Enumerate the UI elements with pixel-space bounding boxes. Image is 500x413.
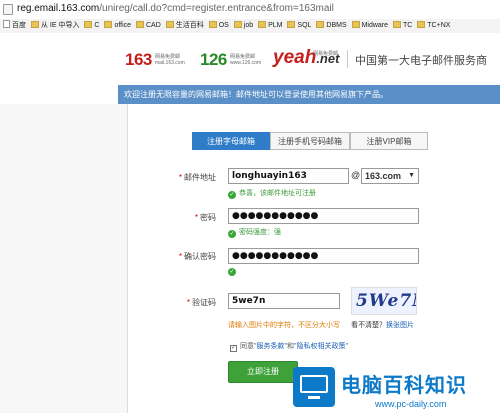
required-mark: * bbox=[186, 298, 190, 307]
folder-icon bbox=[84, 21, 93, 28]
folder-icon bbox=[351, 21, 360, 28]
domain-select[interactable]: 163.com ▼ bbox=[361, 168, 419, 184]
bookmark-folder-midware[interactable]: Midware bbox=[351, 19, 388, 33]
folder-icon bbox=[104, 21, 113, 28]
required-mark: * bbox=[178, 252, 182, 261]
logo-yeah-subtitle: 网易免费邮 bbox=[313, 51, 339, 57]
tab-mobile-mail[interactable]: 注册手机号码邮箱 bbox=[270, 132, 350, 150]
email-label: * 邮件地址 bbox=[178, 173, 216, 182]
bookmark-folder-life[interactable]: 生活百科 bbox=[165, 19, 204, 33]
folder-icon bbox=[258, 21, 267, 28]
header-divider bbox=[347, 50, 348, 68]
password-label: * 密码 bbox=[194, 213, 216, 222]
agreement-row: ✓ 同意"服务条款"和"隐私权相关政策" bbox=[230, 343, 348, 352]
page-icon bbox=[3, 4, 13, 15]
required-mark: * bbox=[178, 173, 182, 182]
bookmark-folder-sql[interactable]: SQL bbox=[287, 19, 311, 33]
bookmark-folder-tcnx[interactable]: TC+NX bbox=[417, 19, 450, 33]
check-icon: ✓ bbox=[228, 191, 236, 199]
terms-link[interactable]: "服务条款" bbox=[254, 343, 287, 350]
folder-icon bbox=[165, 21, 174, 28]
left-background bbox=[0, 104, 127, 413]
email-ok-message: ✓ 恭喜，该邮件地址可注册 bbox=[228, 190, 316, 199]
folder-icon bbox=[30, 21, 39, 28]
header-slogan: 中国第一大电子邮件服务商 bbox=[355, 55, 487, 67]
privacy-link[interactable]: "隐私权相关政策" bbox=[294, 343, 348, 350]
folder-icon bbox=[136, 21, 144, 28]
required-mark: * bbox=[194, 213, 198, 222]
bookmark-folder-os[interactable]: OS bbox=[208, 19, 229, 33]
computer-icon bbox=[293, 367, 335, 407]
chevron-down-icon: ▼ bbox=[408, 172, 415, 179]
bookmark-folder-c[interactable]: C bbox=[84, 19, 99, 33]
check-icon: ✓ bbox=[228, 268, 236, 276]
captcha-refresh: 看不清楚？换张图片 bbox=[351, 322, 414, 329]
folder-icon bbox=[316, 21, 325, 28]
agree-checkbox[interactable]: ✓ bbox=[230, 345, 237, 352]
bookmark-folder-plm[interactable]: PLM bbox=[258, 19, 282, 33]
bookmark-baidu[interactable]: 百度 bbox=[3, 19, 26, 33]
check-icon: ✓ bbox=[228, 230, 236, 238]
password-input[interactable]: ●●●●●●●●●●● bbox=[228, 208, 419, 224]
logo-126-subtitle: 网易免费邮 www.126.com bbox=[230, 54, 262, 66]
captcha-input[interactable]: 5we7n bbox=[228, 293, 340, 309]
monitor-screen bbox=[300, 375, 328, 393]
register-button[interactable]: 立即注册 bbox=[228, 361, 298, 383]
refresh-captcha-link[interactable]: 换张图片 bbox=[386, 322, 414, 329]
logo-163-subtitle: 网易免费邮 mail.163.com bbox=[155, 54, 185, 66]
password-strength: ✓ 密码强度：强 bbox=[228, 229, 281, 238]
site-watermark: 电脑百科知识 www.pc-daily.com bbox=[293, 363, 500, 413]
captcha-label: * 验证码 bbox=[186, 298, 216, 307]
captcha-image[interactable]: 5We7N bbox=[351, 287, 417, 315]
folder-icon bbox=[208, 21, 217, 28]
folder-icon bbox=[392, 21, 401, 28]
tab-letter-mail[interactable]: 注册字母邮箱 bbox=[192, 132, 270, 150]
confirm-ok-icon-row: ✓ bbox=[228, 267, 239, 276]
register-tabs: 注册字母邮箱 注册手机号码邮箱 注册VIP邮箱 bbox=[192, 132, 428, 150]
email-input[interactable]: longhuayin163 bbox=[228, 168, 349, 184]
bookmark-import-ie[interactable]: 从 IE 中导入 bbox=[30, 19, 79, 33]
bookmark-folder-tc[interactable]: TC bbox=[392, 19, 412, 33]
bookmark-folder-job[interactable]: job bbox=[233, 19, 253, 33]
tab-vip-mail[interactable]: 注册VIP邮箱 bbox=[350, 132, 428, 150]
page-icon bbox=[3, 20, 10, 28]
notice-bar: 欢迎注册无限容量的网易邮箱！邮件地址可以登录使用其他网易旗下产品。 bbox=[118, 85, 500, 104]
address-bar[interactable]: reg.email.163.com/unireg/call.do?cmd=reg… bbox=[0, 0, 500, 20]
monitor-stand bbox=[308, 396, 320, 399]
bookmarks-bar: 百度 从 IE 中导入 C office CAD 生活百科 OS job PLM… bbox=[0, 19, 500, 34]
watermark-title: 电脑百科知识 bbox=[341, 373, 467, 397]
watermark-url: www.pc-daily.com bbox=[375, 399, 447, 409]
bookmark-folder-cad[interactable]: CAD bbox=[136, 19, 161, 33]
logo-126[interactable]: 126 bbox=[200, 50, 227, 70]
folder-icon bbox=[287, 21, 296, 28]
logo-163[interactable]: 163 bbox=[125, 50, 152, 70]
confirm-password-input[interactable]: ●●●●●●●●●●● bbox=[228, 248, 419, 264]
folder-icon bbox=[233, 21, 242, 28]
confirm-password-label: * 确认密码 bbox=[178, 252, 216, 261]
bookmark-folder-dbms[interactable]: DBMS bbox=[316, 19, 347, 33]
url-text[interactable]: reg.email.163.com/unireg/call.do?cmd=reg… bbox=[17, 3, 334, 14]
captcha-hint: 请输入图片中的字符，不区分大小写 bbox=[228, 322, 340, 329]
bookmark-folder-office[interactable]: office bbox=[104, 19, 131, 33]
folder-icon bbox=[417, 21, 426, 28]
at-sign: @ bbox=[351, 170, 361, 180]
